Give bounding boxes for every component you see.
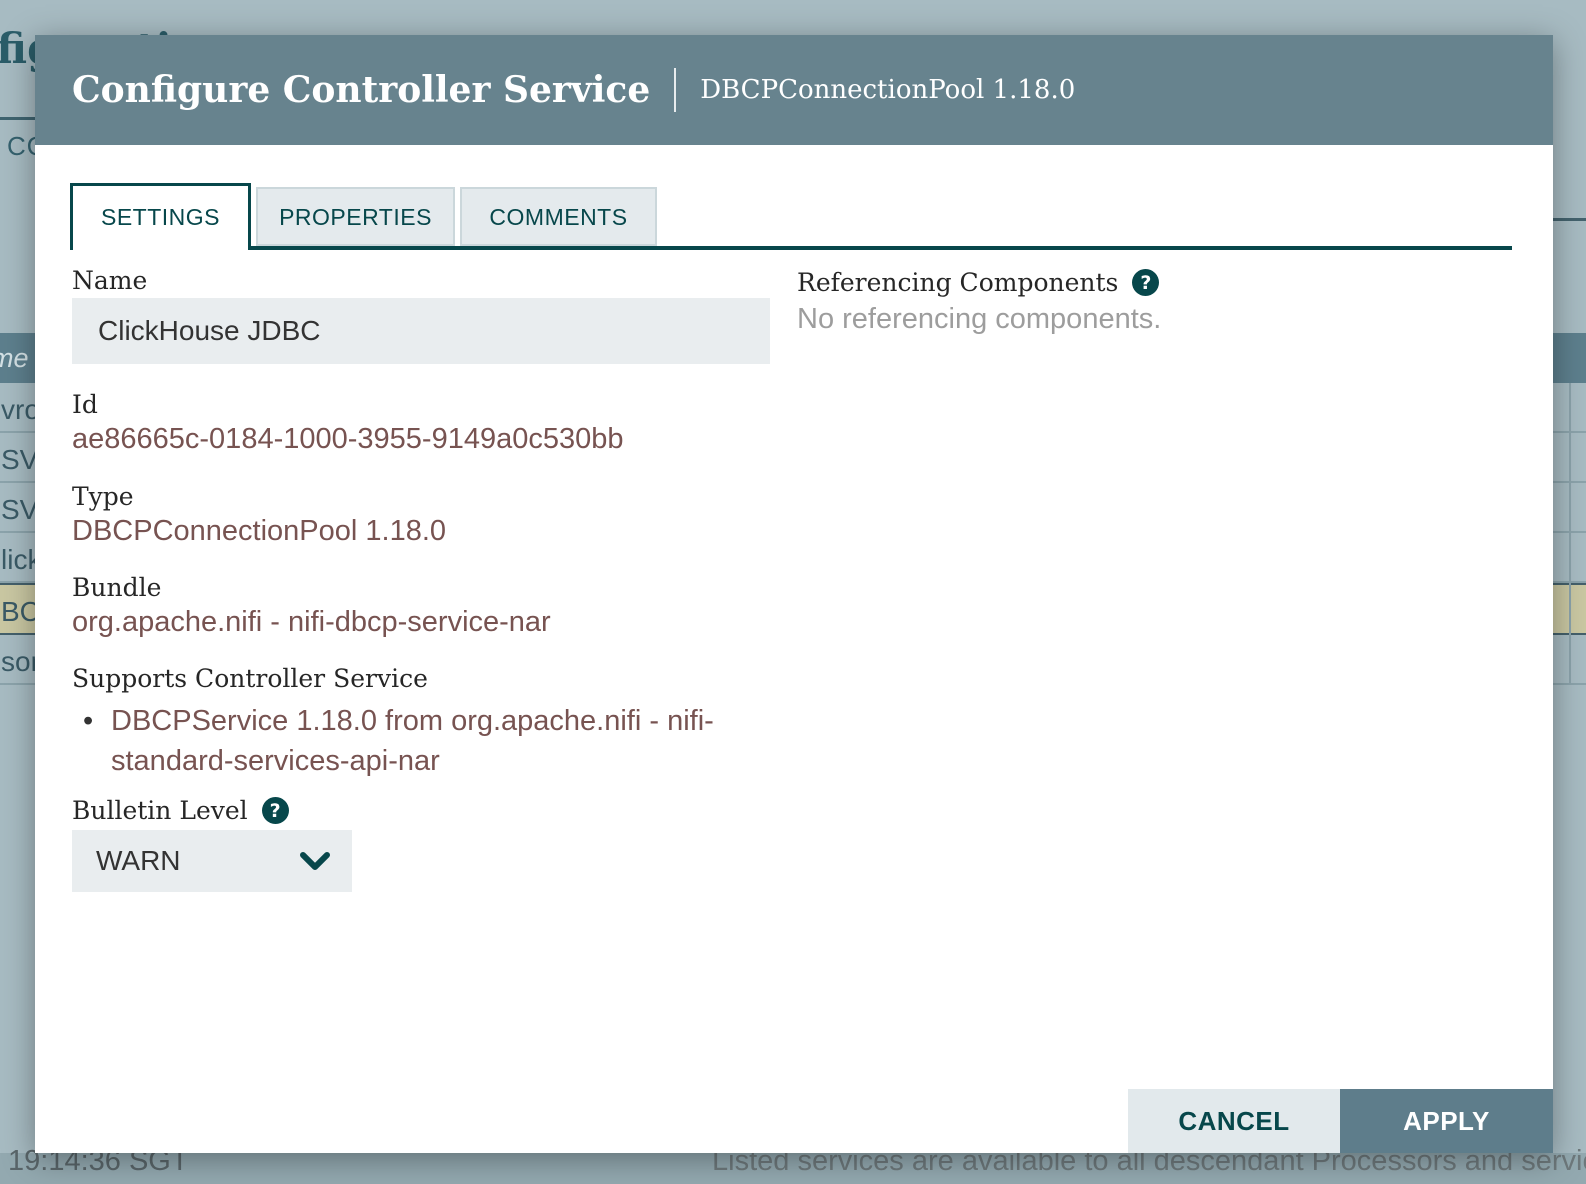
bulletin-level-dropdown[interactable]: WARN <box>72 830 352 892</box>
bulletin-level-label: Bulletin Level <box>72 796 248 825</box>
referencing-components-label-row: Referencing Components ? <box>797 268 1159 297</box>
chevron-down-icon <box>300 852 330 871</box>
background-table-border <box>1569 383 1571 685</box>
supports-controller-service-label: Supports Controller Service <box>72 664 428 693</box>
type-value: DBCPConnectionPool 1.18.0 <box>72 515 446 548</box>
id-value: ae86665c-0184-1000-3955-9149a0c530bb <box>72 423 623 456</box>
list-item: DBCPService 1.18.0 from org.apache.nifi … <box>77 701 767 781</box>
type-label: Type <box>72 482 134 511</box>
supports-controller-service-list: DBCPService 1.18.0 from org.apache.nifi … <box>77 701 767 781</box>
name-input[interactable]: ClickHouse JDBC <box>72 298 770 364</box>
bundle-label: Bundle <box>72 573 161 602</box>
bulletin-level-label-row: Bulletin Level ? <box>72 796 289 825</box>
dialog-title: Configure Controller Service <box>72 69 650 111</box>
bulletin-level-value: WARN <box>96 845 181 877</box>
tab-settings[interactable]: SETTINGS <box>70 183 251 250</box>
tabbar-underline <box>70 246 1512 250</box>
referencing-components-label: Referencing Components <box>797 268 1118 297</box>
apply-button[interactable]: APPLY <box>1340 1089 1553 1153</box>
name-label: Name <box>72 266 147 295</box>
dialog-subtitle: DBCPConnectionPool 1.18.0 <box>700 75 1075 105</box>
help-icon[interactable]: ? <box>1132 269 1159 296</box>
configure-controller-service-dialog: Configure Controller Service DBCPConnect… <box>35 35 1553 1153</box>
tab-comments[interactable]: COMMENTS <box>460 187 657 246</box>
dialog-header: Configure Controller Service DBCPConnect… <box>35 35 1553 145</box>
background-tab-underline-right <box>1553 218 1586 221</box>
id-label: Id <box>72 390 98 419</box>
background-tab-underline-left <box>0 117 35 120</box>
help-icon[interactable]: ? <box>262 797 289 824</box>
cancel-button[interactable]: CANCEL <box>1128 1089 1340 1153</box>
title-separator <box>674 68 676 112</box>
background-column-header-fragment: ame <box>0 343 29 374</box>
referencing-components-empty-text: No referencing components. <box>797 303 1161 336</box>
screen: nfiguration CONTROLLER SERVICES ame vro … <box>0 0 1586 1184</box>
bundle-value: org.apache.nifi - nifi-dbcp-service-nar <box>72 606 551 639</box>
tab-properties[interactable]: PROPERTIES <box>256 187 455 246</box>
